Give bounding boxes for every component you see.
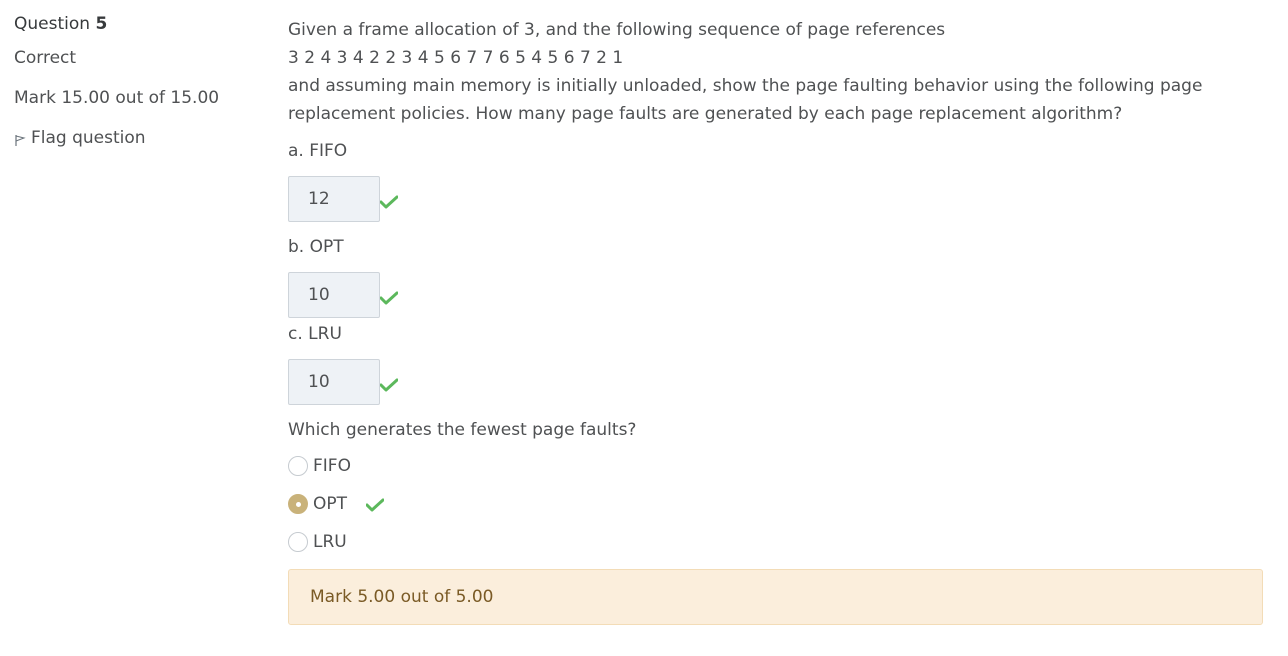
- flag-icon: [15, 135, 26, 146]
- question-info: Question 5 Correct Mark 15.00 out of 15.…: [14, 12, 264, 148]
- question-number: Question 5: [14, 12, 264, 36]
- option-lru[interactable]: LRU: [288, 530, 347, 554]
- part-c-label: c. LRU: [288, 324, 342, 344]
- question-prefix: Question: [14, 14, 91, 34]
- flag-label: Flag question: [31, 128, 146, 148]
- question-text-line-1: Given a frame allocation of 3, and the f…: [288, 20, 946, 40]
- option-lru-label: LRU: [313, 532, 347, 552]
- question-text-line-4: replacement policies. How many page faul…: [288, 104, 1123, 124]
- question-number-value: 5: [95, 14, 108, 34]
- radio-fifo[interactable]: [288, 456, 308, 476]
- question-text-line-3: and assuming main memory is initially un…: [288, 76, 1203, 96]
- opt-answer-input[interactable]: 10: [288, 272, 380, 318]
- mc-prompt: Which generates the fewest page faults?: [288, 420, 637, 440]
- correct-check-icon: [380, 291, 398, 305]
- lru-answer-input[interactable]: 10: [288, 359, 380, 405]
- question-grade: Mark 15.00 out of 15.00: [14, 88, 220, 108]
- flag-question-link[interactable]: Flag question: [14, 128, 146, 148]
- question-text-line-2: 3 2 4 3 4 2 2 3 4 5 6 7 7 6 5 4 5 6 7 2 …: [288, 48, 624, 68]
- part-a-label: a. FIFO: [288, 141, 348, 161]
- option-opt-label: OPT: [313, 494, 348, 514]
- option-fifo[interactable]: FIFO: [288, 454, 351, 478]
- correct-check-icon: [380, 195, 398, 209]
- question-state: Correct: [14, 48, 77, 68]
- correct-check-icon: [366, 498, 385, 512]
- radio-lru[interactable]: [288, 532, 308, 552]
- part-b-label: b. OPT: [288, 237, 344, 257]
- radio-opt-selected[interactable]: [288, 494, 308, 514]
- correct-check-icon: [380, 378, 398, 392]
- option-fifo-label: FIFO: [313, 456, 351, 476]
- option-opt[interactable]: OPT: [288, 492, 385, 516]
- fifo-answer-input[interactable]: 12: [288, 176, 380, 222]
- outcome-feedback: Mark 5.00 out of 5.00: [288, 569, 1263, 625]
